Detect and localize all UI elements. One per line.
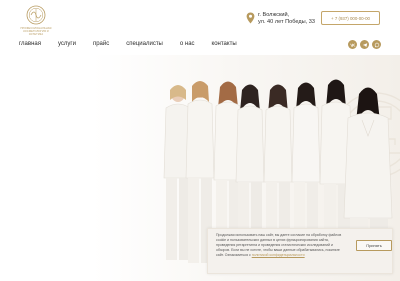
header: ПРОФЕССИОНАЛЬНАЯ КОСМЕТОЛОГИЯ И ЭСТЕТИКА… <box>0 0 400 36</box>
privacy-policy-link[interactable]: политикой конфиденциальности <box>252 253 305 257</box>
whatsapp-icon[interactable] <box>372 40 381 49</box>
address-street: ул. 40 лет Победы, 33 <box>258 18 316 25</box>
nav-item-services[interactable]: услуги <box>58 41 76 47</box>
vk-icon[interactable] <box>348 40 357 49</box>
nav-item-home[interactable]: главная <box>19 41 41 47</box>
nav-item-prices[interactable]: прайс <box>93 41 109 47</box>
main-nav: главная услуги прайс специалисты о нас к… <box>19 41 254 47</box>
address-block: г. Волжский, ул. 40 лет Победы, 33 <box>246 12 315 25</box>
page: ПРОФЕССИОНАЛЬНАЯ КОСМЕТОЛОГИЯ И ЭСТЕТИКА… <box>0 0 400 281</box>
brand-tagline: ПРОФЕССИОНАЛЬНАЯ КОСМЕТОЛОГИЯ И ЭСТЕТИКА <box>20 27 52 36</box>
accept-cookies-button[interactable]: Принять <box>356 240 392 251</box>
nav-item-contacts[interactable]: контакты <box>212 41 237 47</box>
location-pin-icon <box>246 12 255 24</box>
phone-button[interactable]: + 7 (937) 000-00-00 <box>321 11 380 25</box>
address-city: г. Волжский, <box>258 12 290 18</box>
telegram-icon[interactable] <box>360 40 369 49</box>
nav-item-about[interactable]: о нас <box>180 41 195 47</box>
cookie-text: Продолжая использовать наш сайт, вы дает… <box>216 233 346 258</box>
cookie-banner: Продолжая использовать наш сайт, вы дает… <box>207 228 393 274</box>
nav-item-specialists[interactable]: специалисты <box>126 41 163 47</box>
